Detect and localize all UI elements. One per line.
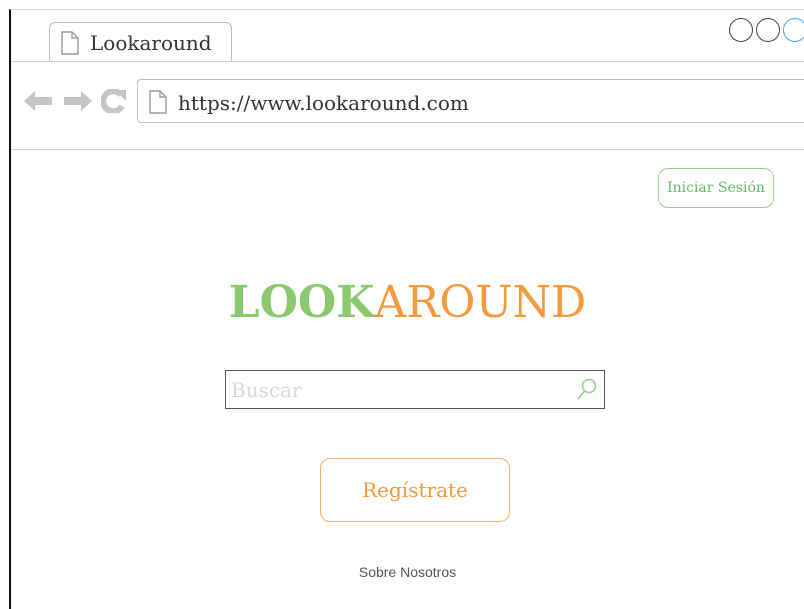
site-logo: LOOKAROUND bbox=[11, 276, 804, 330]
search-icon[interactable] bbox=[576, 377, 598, 405]
back-arrow-icon[interactable] bbox=[23, 89, 53, 117]
search-input[interactable] bbox=[231, 373, 571, 406]
close-circle-icon[interactable] bbox=[783, 18, 804, 42]
browser-tab[interactable]: Lookaround bbox=[49, 22, 232, 61]
forward-arrow-icon[interactable] bbox=[63, 89, 93, 117]
login-button[interactable]: Iniciar Sesión bbox=[658, 168, 774, 208]
logo-look-text: LOOK bbox=[228, 277, 375, 328]
url-text[interactable]: https://www.lookaround.com bbox=[178, 91, 469, 115]
register-button[interactable]: Regístrate bbox=[320, 458, 510, 522]
browser-window: Lookaround https://www.lookaround.com In… bbox=[9, 9, 804, 609]
document-icon bbox=[148, 90, 168, 118]
tab-title: Lookaround bbox=[90, 31, 212, 55]
window-controls bbox=[729, 18, 804, 42]
title-bar: Lookaround bbox=[11, 10, 804, 62]
address-bar[interactable]: https://www.lookaround.com bbox=[137, 79, 804, 123]
about-us-link[interactable]: Sobre Nosotros bbox=[11, 564, 804, 580]
search-box bbox=[225, 370, 605, 409]
page-content: Iniciar Sesión LOOKAROUND Regístrate Sob… bbox=[11, 150, 804, 609]
maximize-circle-icon[interactable] bbox=[756, 18, 780, 42]
document-icon bbox=[60, 31, 80, 59]
navigation-bar: https://www.lookaround.com bbox=[11, 62, 804, 150]
reload-icon[interactable] bbox=[100, 88, 127, 117]
logo-around-text: AROUND bbox=[374, 277, 587, 328]
minimize-circle-icon[interactable] bbox=[729, 18, 753, 42]
